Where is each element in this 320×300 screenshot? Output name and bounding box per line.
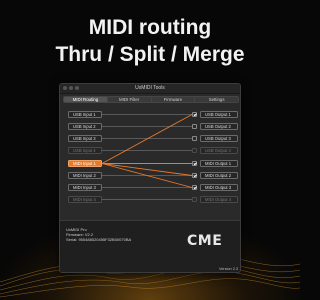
app-window: UxMIDI Tools MIDI Routing MIDI Filter Fi… [59,83,241,273]
output-checkbox-usb-3[interactable] [192,136,197,141]
output-port-usb-3[interactable]: USB Output 3 [200,135,238,142]
input-port-midi-2[interactable]: MIDI Input 2 [68,172,102,179]
route-line-active [101,114,193,164]
input-port-midi-1[interactable]: MIDI Input 1 [68,160,102,167]
window-title: UxMIDI Tools [135,85,165,91]
output-port-usb-4[interactable]: USB Output 4 [200,147,238,154]
tab-midi-routing[interactable]: MIDI Routing [64,97,108,102]
tab-firmware[interactable]: Firmware [151,97,196,102]
output-port-midi-4[interactable]: MIDI Output 4 [200,196,238,203]
input-port-usb-2[interactable]: USB Input 2 [68,123,102,130]
output-checkbox-midi-4[interactable] [192,197,197,202]
app-version: Version 2.3 [219,267,238,271]
headline: MIDI routing Thru / Split / Merge [0,14,300,68]
headline-line-1: MIDI routing [88,16,212,39]
device-serial: Serial: 955488020455F32B00070BA [66,237,132,242]
output-port-midi-1[interactable]: MIDI Output 1 [200,160,238,167]
input-port-usb-1[interactable]: USB Input 1 [68,111,102,118]
output-port-usb-2[interactable]: USB Output 2 [200,123,238,130]
tab-bar: MIDI Routing MIDI Filter Firmware Settin… [63,96,239,103]
output-checkbox-usb-2[interactable] [192,124,197,129]
input-port-usb-3[interactable]: USB Input 3 [68,135,102,142]
route-line-active [101,163,193,176]
output-port-midi-2[interactable]: MIDI Output 2 [200,172,238,179]
output-port-usb-1[interactable]: USB Output 1 [200,111,238,118]
tab-midi-filter[interactable]: MIDI Filter [107,97,152,102]
title-bar: UxMIDI Tools [60,84,240,94]
output-checkbox-usb-4[interactable] [192,148,197,153]
output-checkbox-usb-1[interactable] [192,112,197,117]
output-checkbox-midi-2[interactable] [192,173,197,178]
input-port-usb-4[interactable]: USB Input 4 [68,147,102,154]
output-checkbox-midi-1[interactable] [192,161,197,166]
cme-logo: CME [187,233,223,249]
output-checkbox-midi-3[interactable] [192,185,197,190]
headline-line-2: Thru / Split / Merge [55,43,245,66]
device-info-footer: UxMIDI Pro Firmware: V2.2 Serial: 955488… [60,220,240,272]
output-port-midi-3[interactable]: MIDI Output 3 [200,184,238,191]
input-port-midi-3[interactable]: MIDI Input 3 [68,184,102,191]
tab-settings[interactable]: Settings [195,97,238,102]
input-port-midi-4[interactable]: MIDI Input 4 [68,196,102,203]
